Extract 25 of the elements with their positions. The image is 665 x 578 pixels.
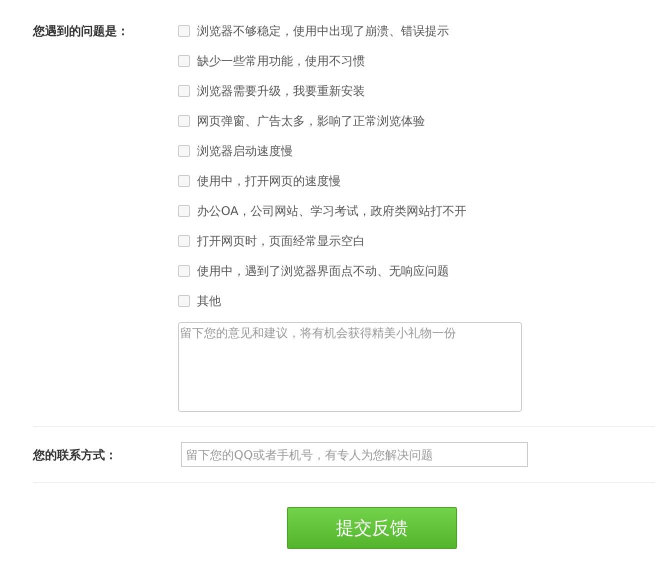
submit-button[interactable]: 提交反馈 bbox=[287, 507, 457, 549]
checkbox[interactable] bbox=[178, 25, 190, 37]
checkbox[interactable] bbox=[178, 205, 190, 217]
contact-field[interactable]: 留下您的QQ或者手机号，有专人为您解决问题 bbox=[181, 442, 528, 467]
checkbox[interactable] bbox=[178, 295, 190, 307]
checkbox[interactable] bbox=[178, 145, 190, 157]
question-label: 您遇到的问题是： bbox=[33, 23, 130, 40]
checkbox[interactable] bbox=[178, 55, 190, 67]
checkbox[interactable] bbox=[178, 235, 190, 247]
option-label: 浏览器需要升级，我要重新安装 bbox=[197, 82, 365, 100]
comment-field[interactable]: 留下您的意见和建议，将有机会获得精美小礼物一份 bbox=[178, 322, 522, 412]
checkbox[interactable] bbox=[178, 115, 190, 127]
option-label: 浏览器不够稳定，使用中出现了崩溃、错误提示 bbox=[197, 22, 449, 40]
checkbox[interactable] bbox=[178, 85, 190, 97]
option-label: 打开网页时，页面经常显示空白 bbox=[197, 232, 365, 250]
option-label: 使用中，打开网页的速度慢 bbox=[197, 172, 341, 190]
contact-label: 您的联系方式： bbox=[33, 446, 118, 464]
option-label: 网页弹窗、广告太多，影响了正常浏览体验 bbox=[197, 112, 425, 130]
option-label: 浏览器启动速度慢 bbox=[197, 142, 293, 160]
option-label: 办公OA，公司网站、学习考试，政府类网站打不开 bbox=[197, 202, 466, 220]
option-label: 其他 bbox=[197, 292, 221, 310]
option-label: 缺少一些常用功能，使用不习惯 bbox=[197, 52, 365, 70]
option-label: 使用中，遇到了浏览器界面点不动、无响应问题 bbox=[197, 262, 449, 280]
checkbox[interactable] bbox=[178, 265, 190, 277]
checkbox[interactable] bbox=[178, 175, 190, 187]
